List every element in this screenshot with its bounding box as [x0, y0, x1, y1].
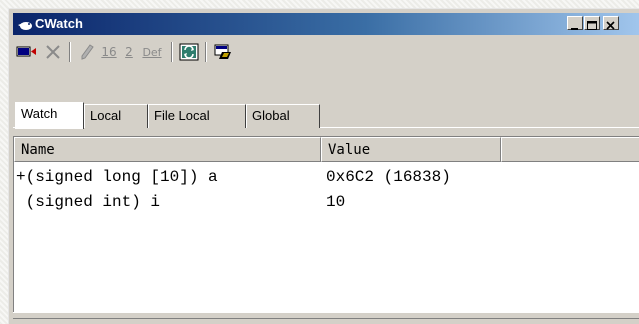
row-value-cell: 10: [326, 193, 346, 211]
add-watch-icon: [16, 46, 36, 57]
column-header-name-label: Name: [21, 142, 55, 158]
horizontal-scrollbar[interactable]: [13, 312, 639, 324]
row-name-cell: +(signed long [10]) a: [16, 168, 218, 186]
minimize-icon: [571, 28, 578, 30]
refresh-button[interactable]: [177, 41, 201, 63]
app-icon: [17, 17, 33, 36]
minimize-button[interactable]: [567, 16, 583, 30]
delete-button[interactable]: [41, 41, 65, 63]
tab-watch-label: Watch: [21, 106, 58, 121]
title-bar[interactable]: CWatch: [13, 13, 639, 35]
tab-watch[interactable]: Watch: [15, 102, 84, 129]
column-header-name[interactable]: Name: [14, 137, 321, 162]
add-watch-button[interactable]: [15, 41, 39, 63]
row-name-cell: (signed int) i: [16, 193, 161, 211]
maximize-button[interactable]: [584, 16, 600, 30]
cwatch-window: CWatch 16 2 Def Watch Local File Local G…: [8, 8, 639, 324]
window-title: CWatch: [35, 16, 83, 31]
column-header-value-label: Value: [328, 142, 371, 158]
radix-hex-label: 16: [101, 45, 117, 59]
setting-icon: [214, 44, 231, 59]
toolbar-separator: [171, 42, 173, 62]
tab-file-local-label: File Local: [154, 108, 210, 123]
close-button[interactable]: [603, 16, 619, 30]
tab-local-label: Local: [90, 108, 122, 123]
radix-bin-label: 2: [125, 45, 133, 59]
tab-file-local[interactable]: File Local: [148, 104, 246, 128]
tab-global-label: Global: [252, 108, 290, 123]
refresh-icon: [179, 43, 199, 61]
delete-x-icon: [46, 45, 60, 59]
close-icon: [606, 21, 615, 30]
table-row[interactable]: +(signed long [10]) a 0x6C2 (16838): [14, 167, 639, 191]
table-row[interactable]: (signed int) i 10: [14, 192, 639, 216]
toolbar-separator: [69, 42, 71, 62]
maximize-icon: [587, 21, 597, 30]
settings-button[interactable]: [211, 41, 235, 63]
radix-default-button[interactable]: Def: [137, 41, 167, 63]
column-header-value[interactable]: Value: [321, 137, 501, 162]
row-value-cell: 0x6C2 (16838): [326, 168, 451, 186]
toolbar-separator: [205, 42, 207, 62]
column-header-extra[interactable]: [501, 137, 639, 162]
edit-value-button[interactable]: [75, 41, 99, 63]
watch-list[interactable]: Name Value +(signed long [10]) a 0x6C2 (…: [13, 136, 639, 312]
radix-default-label: Def: [142, 45, 162, 59]
tab-local[interactable]: Local: [84, 104, 148, 128]
tab-global[interactable]: Global: [246, 104, 320, 128]
pencil-icon: [81, 44, 94, 60]
toolbar: 16 2 Def: [13, 37, 639, 65]
